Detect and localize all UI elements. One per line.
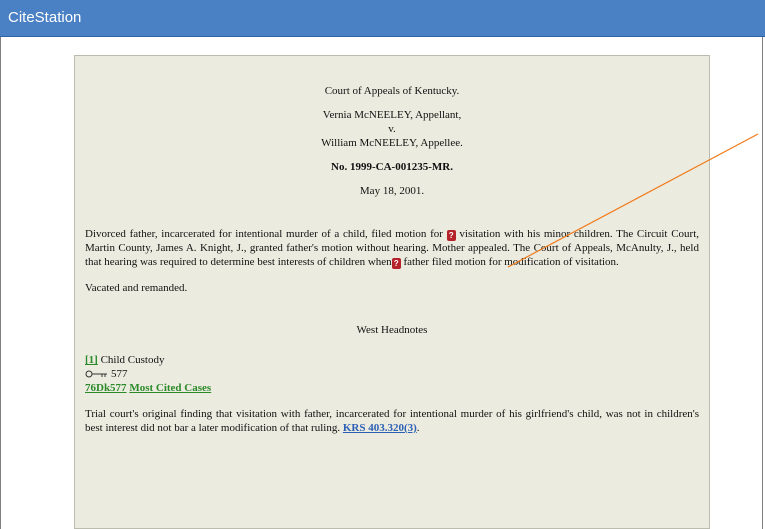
annotation-arrow — [507, 133, 759, 268]
